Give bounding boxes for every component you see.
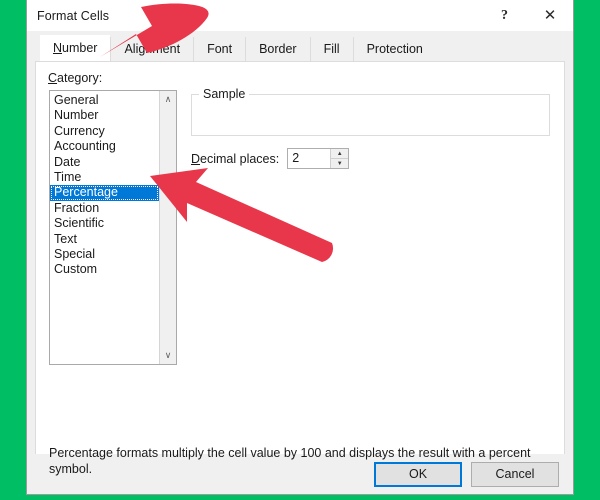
list-item[interactable]: General [50, 93, 159, 108]
decimal-places-row: Decimal places: 2 ▲ ▼ [191, 148, 350, 169]
tab-protection[interactable]: Protection [352, 37, 436, 61]
list-item-percentage[interactable]: Percentage [50, 185, 159, 201]
list-item[interactable]: Special [50, 247, 159, 262]
list-item[interactable]: Fraction [50, 201, 159, 216]
list-item[interactable]: Date [50, 155, 159, 170]
decimal-places-stepper[interactable]: 2 ▲ ▼ [287, 148, 350, 169]
close-icon: ✕ [543, 6, 557, 24]
category-listbox[interactable]: General Number Currency Accounting Date … [49, 90, 177, 365]
title-bar: Format Cells ? ✕ [27, 0, 573, 31]
tab-font[interactable]: Font [193, 37, 246, 61]
tab-content-panel: Category: General Number Currency Accoun… [35, 61, 565, 476]
decimal-places-input[interactable]: 2 [288, 149, 331, 168]
format-cells-dialog: Format Cells ? ✕ Number Alignment Font B… [26, 0, 574, 495]
close-button[interactable]: ✕ [527, 0, 573, 31]
format-description: Percentage formats multiply the cell val… [49, 446, 531, 476]
page-title: Format Cells [37, 8, 110, 23]
tab-number-label: umber [62, 41, 98, 55]
sample-label: Sample [199, 87, 250, 101]
title-bar-buttons: ? ✕ [482, 0, 573, 31]
list-item[interactable]: Custom [50, 262, 159, 277]
stepper-buttons: ▲ ▼ [330, 149, 349, 168]
stepper-up-icon[interactable]: ▲ [331, 149, 349, 159]
list-item[interactable]: Text [50, 232, 159, 247]
tab-alignment[interactable]: Alignment [110, 37, 194, 61]
list-item[interactable]: Number [50, 108, 159, 123]
sample-groupbox: Sample [191, 87, 550, 136]
category-scrollbar[interactable]: ∧ ∨ [159, 91, 176, 364]
tab-strip: Number Alignment Font Border Fill Protec… [27, 31, 573, 61]
category-label: Category: [48, 71, 103, 85]
category-list-items: General Number Currency Accounting Date … [50, 91, 159, 364]
scrollbar-track[interactable] [160, 108, 176, 347]
stepper-down-icon[interactable]: ▼ [331, 159, 348, 168]
list-item[interactable]: Currency [50, 124, 159, 139]
tab-fill[interactable]: Fill [309, 37, 353, 61]
chevron-up-icon[interactable]: ∧ [160, 91, 176, 108]
question-mark-icon: ? [501, 7, 508, 23]
list-item[interactable]: Time [50, 170, 159, 185]
list-item[interactable]: Scientific [50, 216, 159, 231]
tab-number[interactable]: Number [39, 35, 111, 61]
decimal-places-label: Decimal places: [191, 151, 280, 166]
help-button[interactable]: ? [482, 0, 527, 31]
chevron-down-icon[interactable]: ∨ [160, 347, 176, 364]
tab-border[interactable]: Border [245, 37, 310, 61]
list-item[interactable]: Accounting [50, 139, 159, 154]
